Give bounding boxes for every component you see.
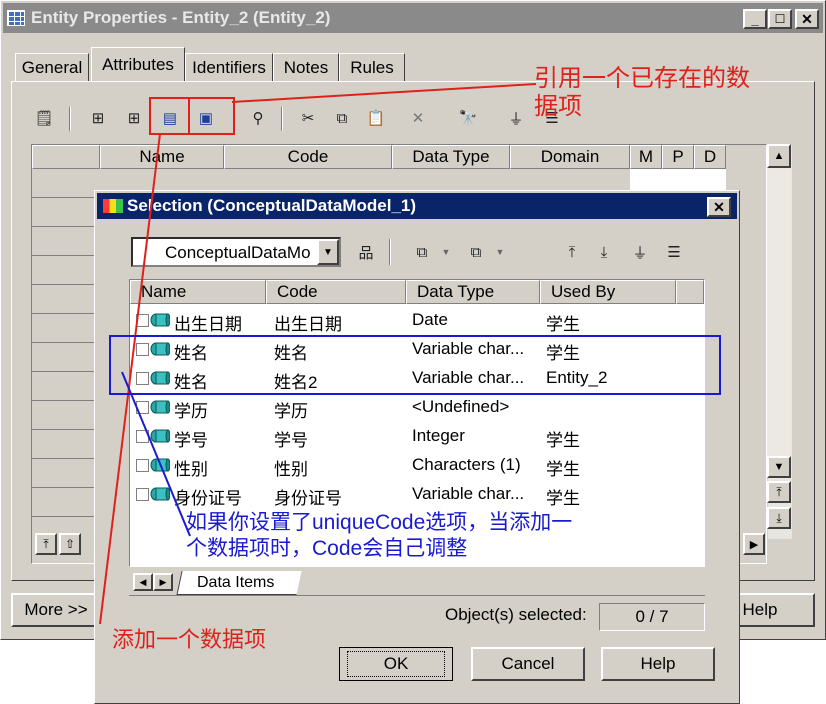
annotation-reuse-line2: 据项 <box>534 93 582 120</box>
annotation-add: 添加一个数据项 <box>112 627 267 652</box>
annotation-arrow-reuse <box>231 83 537 103</box>
annotation-line-code <box>121 371 191 537</box>
annotation-code-line2: 个数据项时，Code会自己调整 <box>186 537 468 560</box>
highlight-box-toolbar <box>149 97 235 135</box>
highlight-box-rows <box>109 335 721 395</box>
annotation-layer <box>99 83 721 625</box>
